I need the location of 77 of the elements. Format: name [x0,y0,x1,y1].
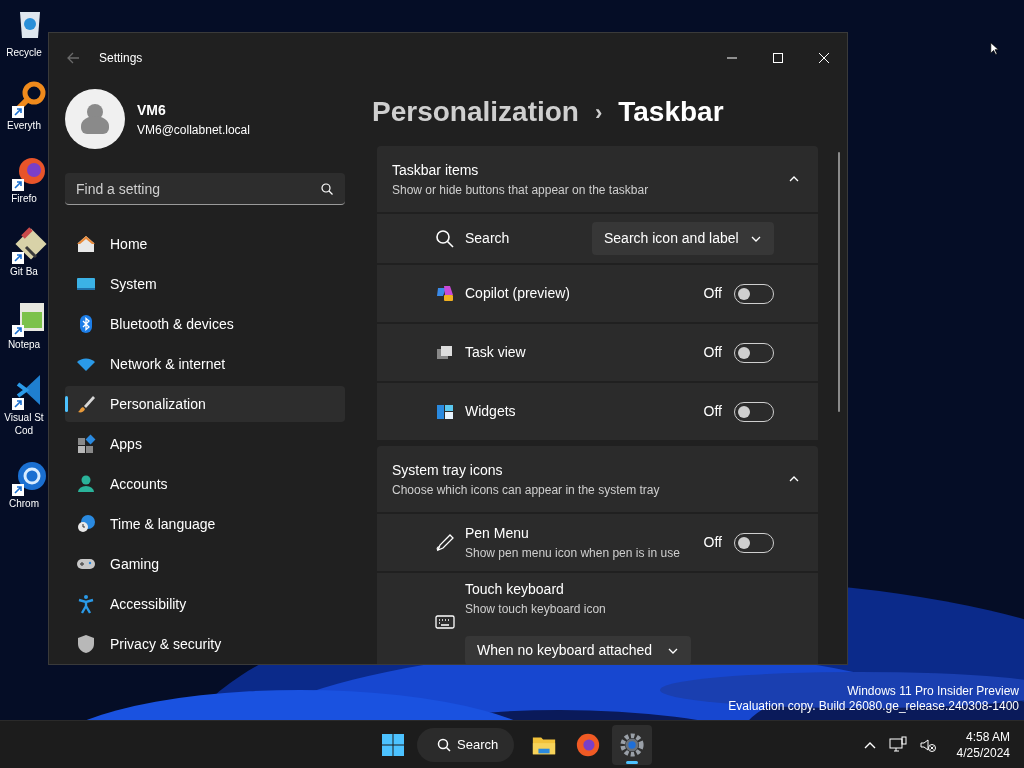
desktop-icon-label[interactable]: Everyth [7,119,41,132]
setting-label: Widgets [465,402,517,421]
keyboard-icon [435,612,455,632]
nav-item[interactable]: Personalization [65,386,345,422]
setting-label: Pen Menu [465,524,530,543]
pen-icon [435,532,455,553]
taskbar-app[interactable] [612,724,652,765]
section-subtitle: Choose which icons can appear in the system tray [392,481,660,499]
setting-label: Task view [465,343,527,362]
desktop-icon-label[interactable]: Firefo [11,192,37,205]
desktop-icon-label[interactable]: Chrom [9,497,39,510]
nav-item[interactable]: Network & internet [65,346,345,382]
toggle-state-label: Off [703,402,722,421]
house-icon [76,234,96,254]
back-arrow-icon [66,51,80,65]
setting-label: Touch keyboard [465,580,565,599]
windows-logo-icon [381,732,405,757]
fox-globe-icon [575,731,601,758]
mouse-pointer-icon [988,42,1002,56]
toggle-state-label: Off [703,284,722,303]
close-icon [819,53,829,63]
section-header[interactable]: Taskbar items Show or hide buttons that appear on the taskbar [377,146,818,212]
running-indicator [626,760,638,764]
setting-label: Search [465,229,511,248]
breadcrumb-link[interactable]: Personalization [372,91,579,133]
edition-watermark-text: Windows 11 Pro Insider Preview [847,684,1019,699]
person-icon [76,474,96,494]
nav-item[interactable]: Time & language [65,506,345,542]
shield-icon [76,634,96,654]
nav-item[interactable]: Privacy & security [65,626,345,662]
toggle-state-label: Off [703,343,722,362]
section-title: System tray icons [392,460,504,480]
gear-icon [619,731,645,758]
dropdown[interactable]: When no keyboard attached [465,636,691,664]
selection-indicator [65,396,68,412]
user-email: VM6@collabnet.local [137,121,250,139]
search-icon [321,183,333,195]
maximize-icon [773,53,783,63]
section-subtitle: Show or hide buttons that appear on the taskbar [392,181,649,199]
taskbar-search[interactable]: Search [417,727,514,762]
nav-item[interactable]: Bluetooth & devices [65,306,345,342]
search-icon [435,228,455,249]
window-title: Settings [99,50,143,67]
dropdown[interactable]: Search icon and label [592,222,774,255]
globe-clock-icon [76,514,96,534]
setting-description: Show touch keyboard icon [465,601,607,618]
colorful-logo-icon [435,283,455,304]
breadcrumb-separator: › [594,98,603,127]
setting-description: Show pen menu icon when pen is in use [465,545,681,562]
section-header[interactable]: System tray icons Choose which icons can appear in the system tray [377,446,818,512]
desktop-icon-label[interactable]: Cod [14,424,34,437]
desktop-icon-label[interactable]: Recycle [6,46,42,59]
apps-grid-icon [76,434,96,454]
person-silhouette-icon [78,102,112,136]
nav-item[interactable]: Apps [65,426,345,462]
clock-date[interactable]: 4/25/2024 [956,744,1010,761]
accessibility-figure-icon [76,594,96,614]
nav-item[interactable]: System [65,266,345,302]
scrollbar[interactable] [838,152,840,412]
nav-item[interactable]: Gaming [65,546,345,582]
desktop-icon-label[interactable]: Git Ba [10,265,38,278]
desktop-icon-label[interactable]: Notepa [7,338,41,351]
search-field[interactable]: Find a setting [65,173,345,205]
paintbrush-icon [76,394,96,414]
user-name: VM6 [137,100,167,120]
nav-item[interactable]: Accounts [65,466,345,502]
toggle-state-label: Off [703,533,722,552]
section-title: Taskbar items [392,160,480,180]
desktop-icon-label[interactable]: Visual St [4,411,44,424]
network-monitor-icon [888,735,907,754]
clock-time[interactable]: 4:58 AM [965,728,1010,745]
search-icon [437,737,451,752]
edition-watermark-text: Evaluation copy. Build 26080.ge_release.240308-1400 [728,699,1019,714]
page-title: Taskbar [618,95,724,129]
nav-item[interactable]: Home [65,226,345,262]
setting-label: Copilot (preview) [465,284,572,303]
nav-item[interactable]: Accessibility [65,586,345,622]
